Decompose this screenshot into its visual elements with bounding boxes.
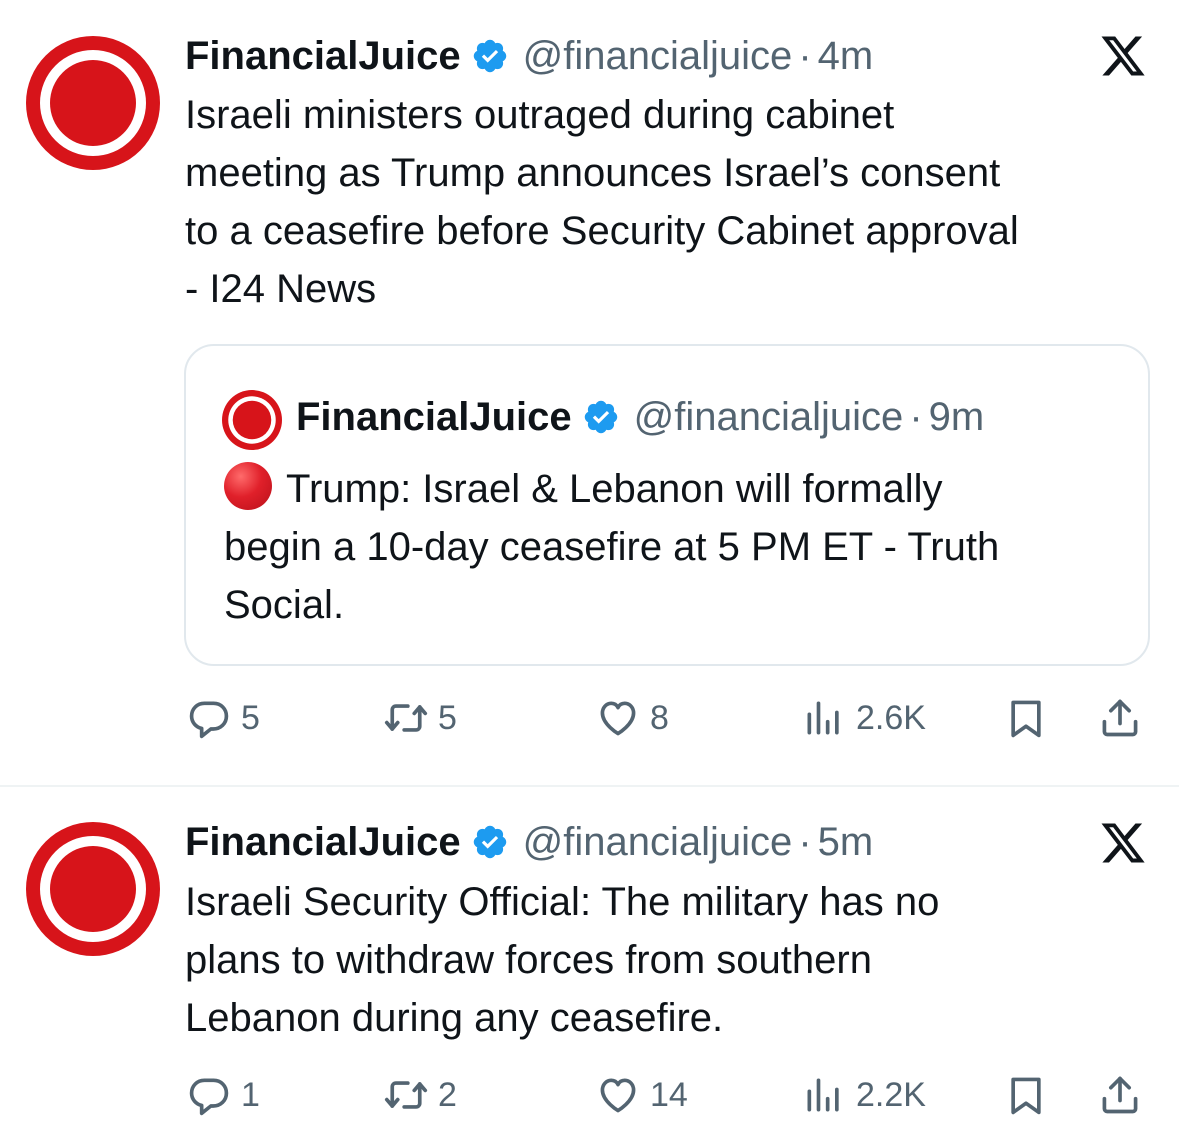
share-icon (1098, 1073, 1142, 1117)
repost-count: 5 (438, 698, 457, 737)
tweet[interactable]: FinancialJuice @financialjuice · 4m Isra… (0, 0, 1179, 786)
verified-badge-icon[interactable] (471, 37, 509, 75)
quoted-avatar (222, 390, 282, 450)
author-name[interactable]: FinancialJuice (185, 34, 461, 79)
bookmark-button[interactable] (1004, 1065, 1048, 1125)
tweet-text-line: - I24 News (185, 267, 377, 311)
reply-button[interactable]: 5 (187, 688, 260, 748)
action-bar: 1 2 14 2.2K (0, 1065, 1179, 1125)
tweet-text-line: Israeli Security Official: The military … (185, 880, 940, 924)
verified-badge-icon (582, 398, 620, 436)
views-count: 2.2K (856, 1075, 926, 1114)
like-icon (596, 696, 640, 740)
red-circle-emoji-icon (224, 462, 272, 510)
x-logo-icon (1097, 819, 1149, 867)
quoted-text-line: Trump: Israel & Lebanon will formally (224, 460, 1124, 518)
tweet-text-line: plans to withdraw forces from southern (185, 938, 872, 982)
tweet[interactable]: FinancialJuice @financialjuice · 5m Isra… (0, 787, 1179, 1141)
views-button[interactable]: 2.2K (802, 1065, 926, 1125)
reply-count: 1 (241, 1075, 260, 1114)
repost-button[interactable]: 2 (384, 1065, 457, 1125)
quoted-tweet-header: FinancialJuice @financialjuice · 9m (296, 392, 984, 442)
tweet-header: FinancialJuice @financialjuice · 4m (185, 31, 873, 81)
tweet-text-line: Israeli ministers outraged during cabine… (185, 93, 895, 137)
x-logo-icon (1097, 32, 1149, 80)
views-button[interactable]: 2.6K (802, 688, 926, 748)
reply-icon (187, 696, 231, 740)
separator-dot: · (798, 819, 812, 864)
share-button[interactable] (1098, 688, 1142, 748)
repost-count: 2 (438, 1075, 457, 1114)
views-icon (802, 696, 846, 740)
tweet-header: FinancialJuice @financialjuice · 5m (185, 817, 873, 867)
like-icon (596, 1073, 640, 1117)
like-button[interactable]: 8 (596, 688, 669, 748)
quoted-author-name: FinancialJuice (296, 394, 572, 439)
quoted-text-line: begin a 10-day ceasefire at 5 PM ET - Tr… (224, 525, 1000, 569)
bookmark-icon (1004, 1073, 1048, 1117)
repost-button[interactable]: 5 (384, 688, 457, 748)
repost-icon (384, 1073, 428, 1117)
author-handle[interactable]: @financialjuice (523, 820, 793, 865)
reply-count: 5 (241, 698, 260, 737)
views-icon (802, 1073, 846, 1117)
tweet-text-line: meeting as Trump announces Israel’s cons… (185, 151, 1001, 195)
like-button[interactable]: 14 (596, 1065, 688, 1125)
like-count: 8 (650, 698, 669, 737)
reply-icon (187, 1073, 231, 1117)
tweet-text: Israeli Security Official: The military … (185, 873, 1145, 1047)
views-count: 2.6K (856, 698, 926, 737)
timestamp[interactable]: 4m (818, 34, 874, 79)
verified-badge-icon[interactable] (471, 823, 509, 861)
avatar[interactable] (26, 36, 160, 170)
repost-icon (384, 696, 428, 740)
quoted-author-handle: @financialjuice (633, 394, 904, 439)
quoted-timestamp: 9m (928, 394, 985, 439)
reply-button[interactable]: 1 (187, 1065, 260, 1125)
separator-dot: · (909, 394, 923, 439)
share-button[interactable] (1098, 1065, 1142, 1125)
separator-dot: · (798, 33, 812, 78)
quoted-text-line: Social. (224, 583, 345, 627)
tweet-text-line: to a ceasefire before Security Cabinet a… (185, 209, 1019, 253)
quoted-tweet-text: Trump: Israel & Lebanon will formally be… (224, 460, 1124, 634)
like-count: 14 (650, 1075, 688, 1114)
tweet-text: Israeli ministers outraged during cabine… (185, 86, 1145, 318)
bookmark-button[interactable] (1004, 688, 1048, 748)
timestamp[interactable]: 5m (818, 820, 874, 865)
author-handle[interactable]: @financialjuice (523, 34, 793, 79)
author-name[interactable]: FinancialJuice (185, 820, 461, 865)
action-bar: 5 5 8 2.6K (0, 688, 1179, 748)
share-icon (1098, 696, 1142, 740)
quoted-text-fragment: Trump: Israel & Lebanon will formally (286, 467, 943, 511)
bookmark-icon (1004, 696, 1048, 740)
quoted-tweet[interactable]: FinancialJuice @financialjuice · 9m Trum… (184, 344, 1150, 666)
avatar[interactable] (26, 822, 160, 956)
tweet-text-line: Lebanon during any ceasefire. (185, 996, 724, 1040)
